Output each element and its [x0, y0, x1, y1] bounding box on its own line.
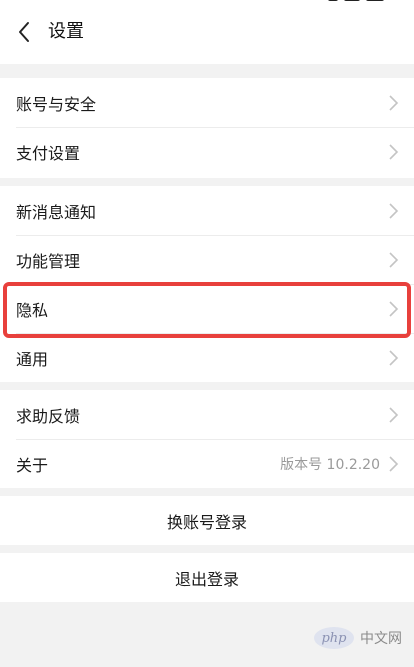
chevron-right-icon — [389, 203, 399, 219]
settings-item-payment[interactable]: 支付设置 — [0, 127, 414, 176]
version-text: 版本号 10.2.20 — [280, 456, 380, 473]
settings-item-general[interactable]: 通用 — [0, 333, 414, 382]
switch-account-button[interactable]: 换账号登录 — [0, 496, 414, 545]
settings-item-label: 功能管理 — [16, 251, 81, 271]
settings-group-account: 账号与安全 支付设置 — [0, 78, 414, 178]
settings-item-label: 支付设置 — [16, 143, 81, 163]
logout-button[interactable]: 退出登录 — [0, 553, 414, 602]
page-title: 设置 — [48, 21, 84, 42]
chevron-left-icon — [19, 22, 29, 42]
settings-item-label: 通用 — [16, 349, 49, 369]
settings-item-label: 求助反馈 — [16, 406, 81, 426]
settings-group-general: 新消息通知 功能管理 隐私 通用 — [0, 186, 414, 382]
status-bar-icons — [328, 0, 384, 4]
chevron-right-icon — [389, 144, 399, 160]
settings-group-help: 求助反馈 关于 版本号 10.2.20 — [0, 390, 414, 488]
chevron-right-icon — [389, 252, 399, 268]
settings-item-label: 隐私 — [16, 300, 49, 320]
back-button[interactable] — [10, 18, 38, 46]
settings-item-label: 关于 — [16, 455, 49, 475]
settings-item-label: 账号与安全 — [16, 94, 97, 114]
settings-item-account-security[interactable]: 账号与安全 — [0, 78, 414, 127]
chevron-right-icon — [389, 350, 399, 366]
settings-item-about[interactable]: 关于 版本号 10.2.20 — [0, 439, 414, 488]
php-logo: php — [314, 627, 354, 649]
watermark-text: 中文网 — [360, 631, 402, 647]
chevron-right-icon — [389, 95, 399, 111]
settings-item-help-feedback[interactable]: 求助反馈 — [0, 390, 414, 439]
settings-item-features[interactable]: 功能管理 — [0, 235, 414, 284]
chevron-right-icon — [389, 407, 399, 423]
watermark: php 中文网 — [314, 627, 402, 649]
settings-item-privacy[interactable]: 隐私 — [0, 284, 414, 333]
settings-item-label: 新消息通知 — [16, 202, 97, 222]
settings-item-notifications[interactable]: 新消息通知 — [0, 186, 414, 235]
chevron-right-icon — [389, 456, 399, 472]
chevron-right-icon — [389, 301, 399, 317]
top-bar: 设置 — [0, 0, 414, 64]
